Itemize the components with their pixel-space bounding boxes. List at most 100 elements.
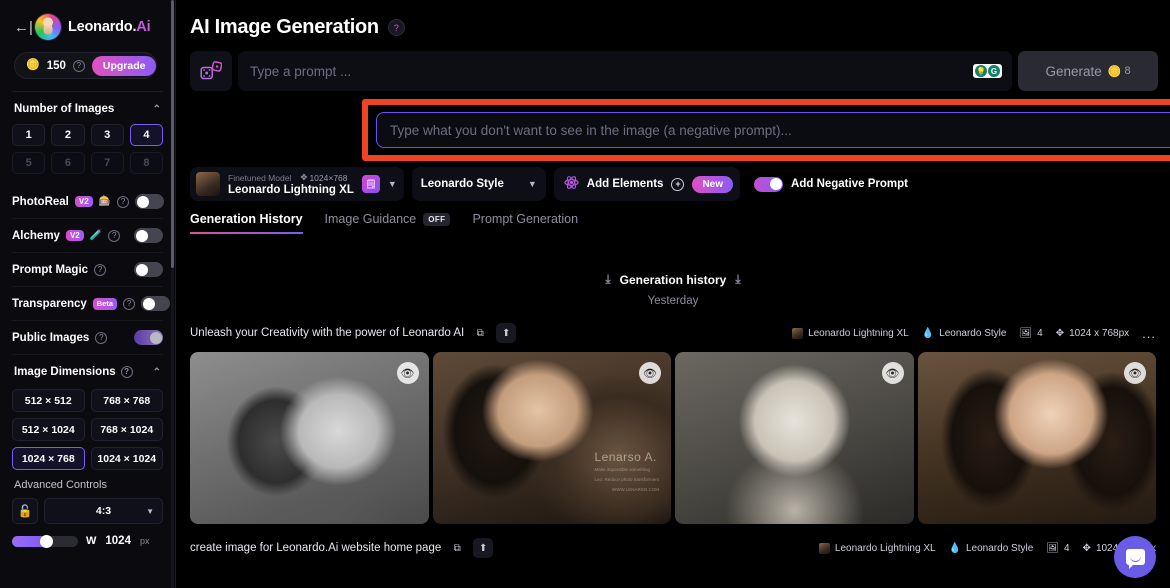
arrow-down-left-icon: ⤓ bbox=[605, 272, 611, 286]
image-dimensions-header[interactable]: Image Dimensions ? ⌃ bbox=[12, 355, 163, 387]
dimension-1024x768[interactable]: 1024 × 768 bbox=[12, 447, 85, 470]
dimension-768x768[interactable]: 768 × 768 bbox=[90, 389, 163, 412]
eye-icon-4[interactable]: 👁 bbox=[1124, 362, 1146, 384]
badge-alchemy-v2: V2 bbox=[65, 230, 84, 241]
eye-icon-3[interactable]: 👁 bbox=[881, 362, 904, 384]
model-thumb-icon bbox=[196, 172, 220, 196]
num-images-5[interactable]: 5 bbox=[12, 152, 46, 174]
num-images-6[interactable]: 6 bbox=[51, 152, 85, 174]
negative-prompt-placeholder: Type what you don't want to see in the i… bbox=[390, 122, 792, 138]
page-help-icon[interactable]: ? bbox=[387, 19, 405, 36]
prompt-bar: Type a prompt ... 💡 G Generate 🪙 8 bbox=[190, 51, 1158, 91]
num-images-4[interactable]: 4 bbox=[129, 124, 163, 146]
meta-style-label-2: Leonardo Style bbox=[966, 542, 1034, 554]
toggle-switch-negative-prompt[interactable] bbox=[754, 176, 784, 192]
advanced-controls-row: 🔓 4:3 ▼ bbox=[12, 498, 163, 524]
droplet-icon-2: 💧 bbox=[948, 542, 961, 554]
aspect-ratio-value: 4:3 bbox=[95, 505, 112, 517]
chevron-down-icon-model[interactable]: ▼ bbox=[388, 179, 397, 189]
credits-pill[interactable]: 🪙 150 ? Upgrade bbox=[14, 52, 157, 79]
chat-bubble-icon[interactable] bbox=[1114, 536, 1156, 578]
toggle-row-public-images[interactable]: Public Images ? bbox=[12, 321, 163, 355]
help-icon-public-images[interactable]: ? bbox=[95, 331, 108, 344]
num-images-8[interactable]: 8 bbox=[129, 152, 163, 174]
tab-image-guidance[interactable]: Image Guidance OFF bbox=[325, 212, 451, 234]
history-day-label: Yesterday bbox=[647, 295, 699, 307]
chevron-up-icon-dimensions[interactable]: ⌃ bbox=[153, 367, 161, 378]
width-control-row: W 1024 px bbox=[12, 534, 163, 548]
help-icon-transparency[interactable]: ? bbox=[123, 297, 136, 310]
atom-icon-svg bbox=[564, 176, 579, 189]
dimension-768x1024[interactable]: 768 × 1024 bbox=[90, 418, 163, 441]
tab-generation-history[interactable]: Generation History bbox=[190, 212, 303, 234]
meta-model-2: Leonardo Lightning XL bbox=[818, 542, 936, 554]
add-negative-prompt-toggle-row[interactable]: Add Negative Prompt bbox=[754, 176, 908, 192]
toggle-switch-public-images[interactable] bbox=[134, 330, 163, 345]
help-icon-prompt-magic[interactable]: ? bbox=[94, 263, 107, 276]
model-selector[interactable]: Finetuned Model ✥ 1024×768 Leonardo Ligh… bbox=[190, 167, 404, 201]
plus-icon[interactable]: + bbox=[671, 177, 685, 191]
tab-label-generation-history: Generation History bbox=[190, 212, 303, 226]
dice-icon[interactable] bbox=[190, 51, 232, 91]
eye-icon-1[interactable]: 👁 bbox=[396, 362, 419, 384]
dimension-512x1024[interactable]: 512 × 1024 bbox=[12, 418, 85, 441]
width-slider[interactable] bbox=[12, 534, 78, 548]
arrow-up-icon-2[interactable]: ⬆ bbox=[473, 538, 494, 558]
copy-icon[interactable]: ⧉ bbox=[470, 323, 490, 343]
toggle-row-photoreal[interactable]: PhotoReal V2 🎰 ? bbox=[12, 185, 165, 219]
num-images-7[interactable]: 7 bbox=[90, 152, 124, 174]
move-icon-meta: ✥ bbox=[1055, 327, 1065, 339]
toggle-switch-prompt-magic[interactable] bbox=[134, 262, 163, 277]
grammarly-icon[interactable]: 💡 G bbox=[973, 64, 1002, 78]
sidebar: ←| Leonardo.Ai 🪙 150 ? Upgrade Number of… bbox=[0, 0, 176, 588]
dimension-512x512[interactable]: 512 × 512 bbox=[12, 389, 85, 412]
help-icon-image-dimensions[interactable]: ? bbox=[120, 366, 133, 378]
toggle-switch-alchemy[interactable] bbox=[134, 228, 163, 243]
brand-row: ←| Leonardo.Ai bbox=[12, 0, 163, 50]
style-selector[interactable]: Leonardo Style ▼ bbox=[411, 167, 546, 201]
upgrade-button[interactable]: Upgrade bbox=[91, 55, 157, 76]
toggle-row-prompt-magic[interactable]: Prompt Magic ? bbox=[12, 253, 163, 287]
number-of-images-header[interactable]: Number of Images ⌃ bbox=[12, 92, 163, 124]
width-value[interactable]: 1024 bbox=[105, 535, 131, 547]
dimension-1024x1024[interactable]: 1024 × 1024 bbox=[90, 447, 163, 470]
toggle-row-alchemy[interactable]: Alchemy V2 🧪 ? bbox=[12, 219, 163, 253]
tab-prompt-generation[interactable]: Prompt Generation bbox=[472, 212, 578, 234]
copy-icon-2[interactable]: ⧉ bbox=[447, 538, 467, 558]
num-images-2[interactable]: 2 bbox=[51, 124, 85, 146]
arrow-up-icon[interactable]: ⬆ bbox=[496, 323, 517, 343]
help-icon-alchemy[interactable]: ? bbox=[108, 229, 121, 242]
sidebar-scrollbar-thumb[interactable] bbox=[171, 0, 174, 268]
more-options-icon[interactable]: ... bbox=[1142, 326, 1156, 341]
toggle-switch-transparency[interactable] bbox=[141, 296, 171, 311]
help-icon-photoreal[interactable]: ? bbox=[117, 195, 130, 208]
generated-image-3[interactable]: 👁 bbox=[675, 352, 914, 524]
add-elements-button[interactable]: Add Elements + New bbox=[553, 167, 741, 201]
negative-prompt-input[interactable]: Type what you don't want to see in the i… bbox=[376, 112, 1170, 148]
unlock-icon[interactable]: 🔓 bbox=[12, 498, 38, 524]
eye-icon-2[interactable]: 👁 bbox=[639, 362, 661, 384]
avatar bbox=[35, 14, 61, 40]
collapse-sidebar-icon[interactable]: ←| bbox=[14, 20, 33, 35]
num-images-3[interactable]: 3 bbox=[90, 124, 124, 146]
toggle-row-transparency[interactable]: Transparency Beta ? bbox=[12, 287, 171, 321]
advanced-controls-label: Advanced Controls bbox=[14, 479, 107, 491]
droplet-icon: 💧 bbox=[921, 327, 935, 339]
note-icon[interactable]: 🗒 bbox=[361, 175, 380, 193]
credits-help-icon[interactable]: ? bbox=[72, 59, 85, 72]
generate-button[interactable]: Generate 🪙 8 bbox=[1018, 51, 1158, 91]
generated-image-2[interactable]: 👁 Lenarso A. Make impossible something L… bbox=[432, 352, 671, 524]
chevron-up-icon[interactable]: ⌃ bbox=[153, 104, 161, 115]
aspect-ratio-select[interactable]: 4:3 ▼ bbox=[44, 498, 163, 524]
test-tube-icon: 🧪 bbox=[89, 230, 103, 241]
toggle-switch-photoreal[interactable] bbox=[135, 194, 165, 209]
prompt-input-wrapper[interactable]: Type a prompt ... 💡 G bbox=[238, 51, 1012, 91]
generated-image-1[interactable]: 👁 bbox=[190, 352, 429, 524]
meta-style-2: 💧 Leonardo Style bbox=[949, 543, 1034, 554]
generation-images: 👁 👁 Lenarso A. Make impossible something… bbox=[190, 352, 1156, 524]
meta-style-label: Leonardo Style bbox=[939, 327, 1007, 339]
chevron-down-icon-style[interactable]: ▼ bbox=[528, 179, 537, 189]
meta-size: ✥ 1024 x 768px bbox=[1056, 328, 1129, 339]
generated-image-4[interactable]: 👁 bbox=[917, 352, 1156, 524]
num-images-1[interactable]: 1 bbox=[12, 124, 46, 146]
